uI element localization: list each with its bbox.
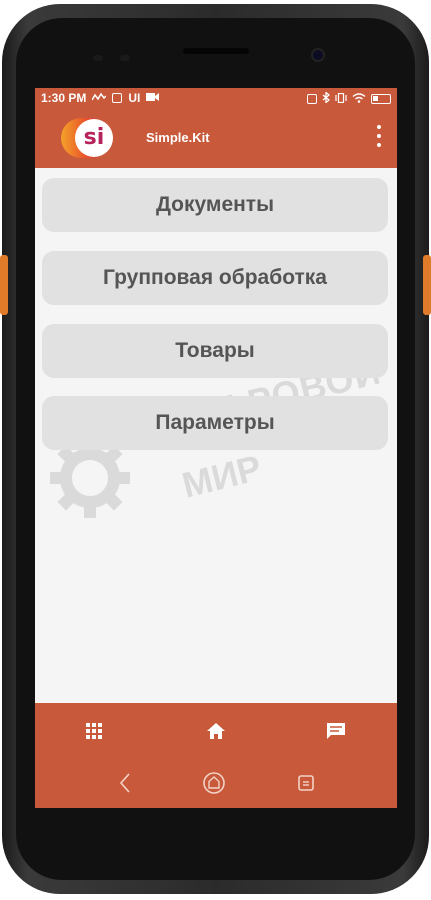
signal-squiggle-icon — [91, 91, 107, 105]
kebab-menu-icon[interactable] — [375, 125, 383, 147]
earpiece-speaker — [183, 48, 249, 54]
chat-icon[interactable] — [325, 720, 347, 742]
nfc-icon — [307, 94, 317, 104]
phone-screen: 1:30 PM UI si Simple.Kit МИР Документы Г… — [35, 88, 397, 808]
main-menu: ЦИФРОВОЙ МИР Документы Групповая обработ… — [35, 168, 397, 703]
home-circle-icon[interactable] — [202, 771, 226, 795]
video-icon — [146, 91, 160, 105]
wifi-icon — [352, 92, 366, 106]
group-processing-button[interactable]: Групповая обработка — [42, 251, 388, 305]
recents-icon[interactable] — [294, 771, 318, 795]
back-icon[interactable] — [113, 771, 137, 795]
documents-button[interactable]: Документы — [42, 178, 388, 232]
gear-icon — [50, 438, 130, 518]
front-sensor — [120, 55, 130, 61]
left-side-button — [0, 255, 8, 315]
app-logo: si — [61, 118, 113, 158]
bluetooth-icon — [322, 91, 331, 106]
right-side-button — [423, 255, 431, 315]
home-icon[interactable] — [205, 720, 227, 742]
image-icon — [112, 93, 123, 103]
goods-button[interactable]: Товары — [42, 324, 388, 378]
watermark-line2: МИР — [178, 446, 266, 506]
front-sensor — [93, 55, 103, 61]
app-bar: si Simple.Kit — [35, 108, 397, 168]
vibrate-icon — [335, 92, 347, 106]
app-title: Simple.Kit — [146, 130, 210, 145]
status-ui-label: UI — [128, 91, 141, 105]
bottom-nav — [35, 703, 397, 758]
app-logo-text: si — [75, 119, 113, 157]
front-camera — [313, 50, 323, 60]
grid-icon[interactable] — [83, 720, 105, 742]
parameters-button[interactable]: Параметры — [42, 396, 388, 450]
status-time: 1:30 PM — [41, 91, 87, 105]
status-bar: 1:30 PM UI — [35, 88, 397, 108]
battery-icon — [371, 94, 391, 104]
system-nav — [35, 758, 397, 808]
